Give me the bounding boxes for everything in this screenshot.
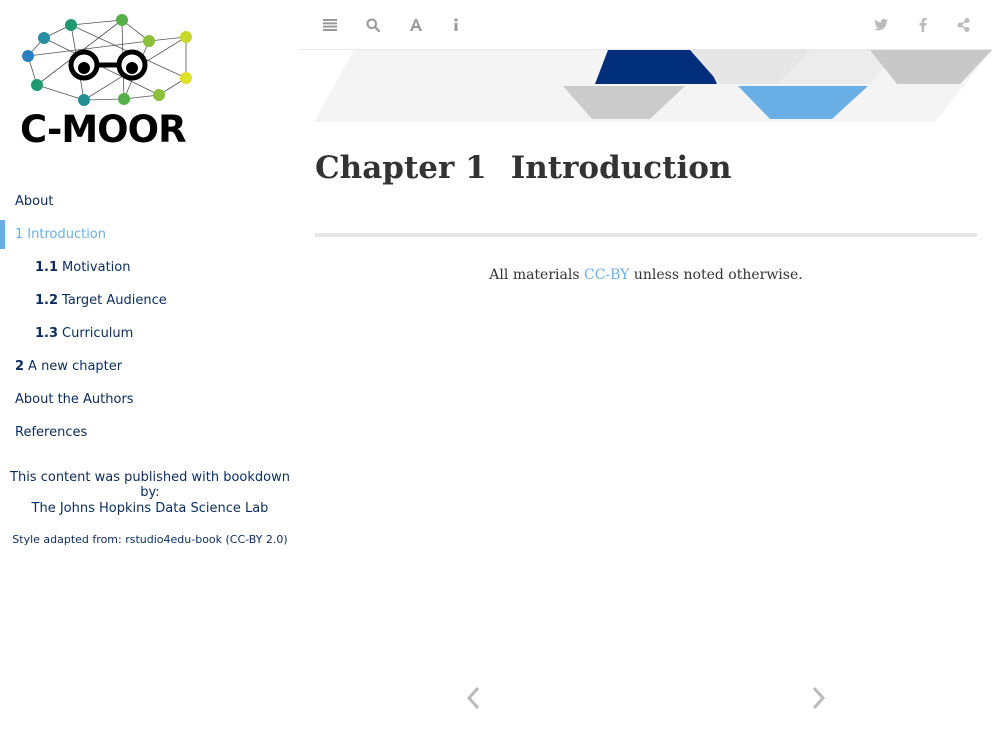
toc-item-motivation[interactable]: 1.1 Motivation	[0, 251, 300, 284]
network-graphic	[22, 14, 192, 106]
share-icon	[957, 18, 969, 32]
search-button[interactable]	[362, 14, 384, 36]
info-button[interactable]	[445, 14, 467, 36]
title-divider	[315, 233, 977, 237]
toggle-sidebar-button[interactable]	[319, 14, 341, 36]
share-button[interactable]	[952, 14, 974, 36]
chevron-left-icon	[466, 686, 480, 710]
toc-item-curriculum[interactable]: 1.3 Curriculum	[0, 317, 300, 350]
toc-number: 1.2	[35, 293, 59, 308]
twitter-icon	[874, 19, 888, 31]
toc-label: Target Audience	[62, 293, 167, 308]
toc-item-introduction[interactable]: 1 Introduction	[0, 218, 300, 251]
license-prefix: All materials	[489, 267, 584, 283]
toc-label: Motivation	[62, 260, 131, 275]
chevron-right-icon	[812, 686, 826, 710]
facebook-icon	[919, 18, 927, 32]
style-note-link[interactable]: Style adapted from: rstudio4edu-book (CC…	[0, 533, 300, 546]
toc-label: A new chapter	[28, 359, 123, 374]
cc-by-link[interactable]: CC-BY	[584, 267, 629, 283]
toc-number: 1	[15, 227, 24, 242]
toc-label: Introduction	[27, 227, 107, 242]
info-icon	[454, 18, 458, 31]
toc-number: 2	[15, 359, 25, 374]
font-icon	[410, 19, 422, 31]
toc-label: About the Authors	[15, 392, 134, 407]
toc-nav: About 1 Introduction 1.1 Motivation 1.2 Tar…	[0, 185, 300, 449]
toc-item-about-authors[interactable]: About the Authors	[0, 383, 300, 416]
publisher-link[interactable]: The Johns Hopkins Data Science Lab	[0, 501, 300, 516]
banner-graphic	[314, 50, 992, 122]
search-icon	[366, 18, 380, 32]
facebook-share-button[interactable]	[912, 14, 934, 36]
logo-text: C-MOOR	[20, 108, 187, 151]
license-note: All materials CC-BY unless noted otherwi…	[315, 267, 977, 283]
toc-item-new-chapter[interactable]: 2A new chapter	[0, 350, 300, 383]
chapter-label: Chapter 1	[315, 150, 487, 186]
published-by-text: This content was published with bookdown…	[10, 470, 290, 500]
book-header-toolbar	[300, 0, 992, 50]
toc-item-target-audience[interactable]: 1.2 Target Audience	[0, 284, 300, 317]
toc-item-about[interactable]: About	[0, 185, 300, 218]
toc-item-references[interactable]: References	[0, 416, 300, 449]
toc-label: References	[15, 425, 88, 440]
toc-number: 1.3	[35, 326, 59, 341]
page-title: Chapter 1 Introduction	[315, 150, 732, 186]
previous-page-button[interactable]	[464, 684, 484, 712]
header-banner	[300, 50, 992, 124]
toc-label: Curriculum	[62, 326, 134, 341]
sidebar: C-MOOR About 1 Introduction 1.1 Motivation…	[0, 0, 300, 744]
chapter-title: Introduction	[510, 150, 732, 186]
toc-label: About	[15, 194, 54, 209]
license-suffix: unless noted otherwise.	[629, 267, 803, 283]
toc-number: 1.1	[35, 260, 59, 275]
list-icon	[323, 19, 337, 31]
c-moor-logo[interactable]: C-MOOR	[12, 8, 208, 154]
twitter-share-button[interactable]	[870, 14, 892, 36]
font-settings-button[interactable]	[405, 14, 427, 36]
next-page-button[interactable]	[808, 684, 828, 712]
